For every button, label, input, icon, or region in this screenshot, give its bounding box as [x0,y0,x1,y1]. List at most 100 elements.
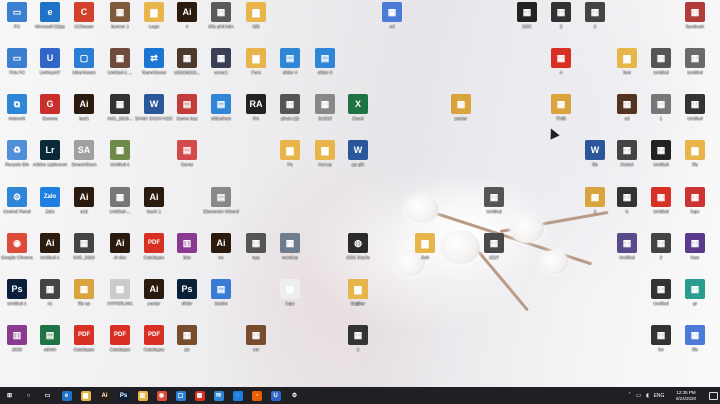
desktop-icon[interactable]: ▆ Ảnh [405,233,445,260]
taskbar-button[interactable]: ✉ [209,387,228,404]
desktop-icon[interactable]: Ai ne [201,233,241,260]
desktop-icon[interactable]: ▦ 2527 [474,233,514,260]
desktop-icon-label: Catalogue [73,347,95,352]
desktop-icon[interactable]: ▦ Thiết [541,94,581,121]
desktop-icon[interactable]: ▤ slider 4 [270,48,310,75]
image-icon: ▦ [685,48,705,68]
desktop-icon-label: photo (2) [280,116,299,121]
desktop-icon[interactable]: ▆ Banner [338,279,378,306]
taskbar-button[interactable]: ▭ [38,387,57,404]
volume-icon[interactable]: ◖ [643,387,652,404]
desktop-icon-label: 4 [559,70,563,75]
desktop-icon[interactable]: X Excel [338,94,378,121]
image-icon: ▦ [211,48,231,68]
image-icon: ▦ [617,140,637,160]
desktop-icon-label: Untitled [687,70,703,75]
desktop-icon[interactable]: ▦ sd [607,94,647,121]
taskbar-button[interactable]: ◔ [247,387,266,404]
taskbar-button[interactable]: ◌ [228,387,247,404]
desktop-icon[interactable]: ◍ OBS Studio [338,233,378,260]
unikey-icon: U [40,48,60,68]
desktop-icon[interactable]: ▦ 2 [338,325,378,352]
desktop-icon-label: facebook [685,24,705,29]
desktop-icon[interactable]: ▦ gr [675,279,715,306]
zalo-icon: Zalo [40,187,60,207]
desktop-icon[interactable]: ▦ ps [167,325,207,352]
desktop-icon[interactable]: ▤ Elementor Wizard [201,187,241,214]
desktop-icon[interactable]: SA SmartAlbum [64,140,104,167]
unikey-icon: U [270,390,281,401]
taskbar-button[interactable]: e [57,387,76,404]
desktop-icon[interactable]: ▦ poster [441,94,481,121]
image-icon: ▦ [484,233,504,253]
taskbar-button[interactable]: ◉ [152,387,171,404]
desktop-icon-label: Untitled [653,162,669,167]
language-indicator[interactable]: ENG [652,393,666,399]
desktop-icon[interactable]: Wgo gift [338,140,378,167]
chevron-up-icon[interactable]: ˄ [625,387,634,404]
desktop-icon[interactable]: ▦ lose [675,233,715,260]
desktop-icon[interactable]: ▦ tiểu phú bán [201,2,241,29]
desktop-icon-label: Untitled [486,209,502,214]
desktop-icon[interactable]: ▦ IMG_2020 [64,233,104,260]
desktop-icon[interactable]: ▦ photo (2) [270,94,310,121]
search-icon: ○ [23,390,34,401]
desktop-icon[interactable]: ▢ UltraViewer [64,48,104,75]
desktop-icon[interactable]: ▦ file ep [64,279,104,306]
image-icon: ▦ [585,187,605,207]
desktop-icon[interactable]: C CCleaner [64,2,104,29]
image-icon: ▦ [651,187,671,207]
desktop-icon[interactable]: ▦ cot [236,325,276,352]
pdf-icon: PDF [144,233,164,253]
desktop-icon[interactable]: ▆ Ps [270,140,310,167]
network-icon[interactable]: ▭ [634,387,643,404]
taskbar-button[interactable]: ▥ [133,387,152,404]
desktop-icon[interactable]: ▦ 4 [541,48,581,75]
edge-icon: e [40,2,60,22]
desktop-icon-label: slideshow [211,116,231,121]
taskbar: ⊞ ○ ▭ e ▆ Ai Ps ▥ ◉ ▢ ▦ ✉ ◌ ◔ U ⚙ ˄ ▭ ◖ ENG 12:35 PM 6/… [0,387,720,404]
desktop-icon[interactable]: ▦ Untitled [675,48,715,75]
desktop-icon[interactable]: ▦ logo [675,187,715,214]
desktop-icon[interactable]: ▆ file [675,140,715,167]
desktop-icon[interactable]: ▤ slideshow [201,94,241,121]
taskbar-button[interactable]: Ai [95,387,114,404]
desktop-icon[interactable]: PDF Catalogue [64,325,104,352]
desktop-icon[interactable]: ▦ logo [270,279,310,306]
desktop-icon[interactable]: ▤ slider 6 [305,48,345,75]
desktop-icon[interactable]: ▦ Untitled-1 [100,140,140,167]
word-icon: W [585,140,605,160]
desktop-icon[interactable]: ▦ Untitled [474,187,514,214]
desktop-icon[interactable]: ▦ Untitled [641,140,681,167]
notification-icon[interactable] [706,387,720,404]
desktop-icon[interactable]: ▦ sd [372,2,412,29]
desktop-icon[interactable]: ▦ facebook [675,2,715,29]
taskbar-button[interactable]: ⊞ [0,387,19,404]
desktop-icon[interactable]: Ai bacK 1 [134,187,174,214]
desktop-icon[interactable]: ▤ Game [167,140,207,167]
folder-icon: ▆ [246,2,266,22]
desktop-icon[interactable]: Ai test1 [64,94,104,121]
desktop-icon-label: poster [454,116,468,121]
desktop-icon[interactable]: ▦ cover1 [201,48,241,75]
firefox-icon: ◔ [251,390,262,401]
clock[interactable]: 12:35 PM 6/24/2020 [666,390,706,402]
image-icon: ▦ [110,48,130,68]
taskbar-button[interactable]: ⚙ [285,387,304,404]
desktop-icon[interactable]: ▦ file [675,325,715,352]
taskbar-button[interactable]: U [266,387,285,404]
desktop-icon[interactable]: ▆ font [607,48,647,75]
winrar-icon: ▥ [7,325,27,345]
desktop-icon[interactable]: ▦ Untitled [675,94,715,121]
taskbar-button[interactable]: ▆ [76,387,95,404]
desktop-icon[interactable]: ▦ mockup [270,233,310,260]
taskbar-button[interactable]: Ps [114,387,133,404]
taskbar-button[interactable]: ▢ [171,387,190,404]
taskbar-button[interactable]: ○ [19,387,38,404]
desktop-icon[interactable]: ▦ 2 [575,2,615,29]
taskbar-button[interactable]: ▦ [190,387,209,404]
desktop-icon[interactable]: Ai a1d [64,187,104,214]
image-icon: ▦ [382,2,402,22]
desktop-icon[interactable]: ▤ SetMe [201,279,241,306]
desktop-icon[interactable]: ▆ Bất [236,2,276,29]
